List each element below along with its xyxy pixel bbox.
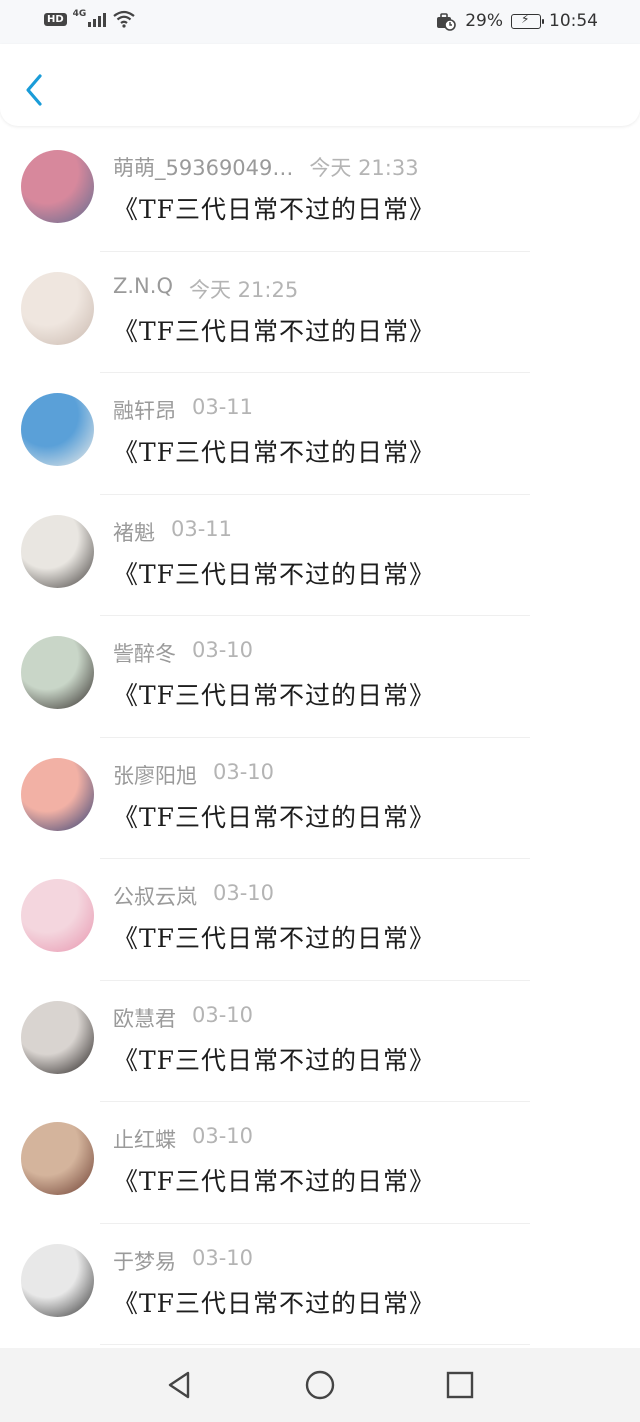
- timestamp: 03-10: [213, 759, 275, 784]
- entry-meta: 公叔云岚 03-10: [113, 881, 274, 911]
- list-item[interactable]: 于梦易 03-10 《TF三代日常不过的日常》: [0, 1224, 640, 1345]
- avatar[interactable]: [21, 514, 94, 588]
- entry-title[interactable]: 《TF三代日常不过的日常》: [113, 1041, 435, 1077]
- entry-meta: 萌萌_59369049… 今天 21:33: [113, 152, 419, 182]
- avatar[interactable]: [21, 1243, 94, 1317]
- entry-meta: Z.N.Q 今天 21:25: [113, 274, 298, 304]
- list-item[interactable]: 訾醉冬 03-10 《TF三代日常不过的日常》: [0, 616, 640, 738]
- screen: HD 4G 29% ⚡ 10:54 萌萌_59369049… 今天 21:33 …: [0, 0, 640, 1422]
- list-item[interactable]: 融轩昂 03-11 《TF三代日常不过的日常》: [0, 373, 640, 495]
- list-item[interactable]: 止红蝶 03-10 《TF三代日常不过的日常》: [0, 1102, 640, 1224]
- user-name[interactable]: Z.N.Q: [113, 274, 173, 304]
- entry-title[interactable]: 《TF三代日常不过的日常》: [113, 555, 435, 591]
- wifi-icon: [113, 10, 136, 28]
- status-bar: HD 4G 29% ⚡ 10:54: [0, 0, 640, 44]
- circle-home-icon: [305, 1370, 335, 1400]
- system-home-button[interactable]: [300, 1365, 340, 1405]
- avatar[interactable]: [21, 1000, 94, 1074]
- signal-icon: [88, 11, 107, 27]
- entry-list: 萌萌_59369049… 今天 21:33 《TF三代日常不过的日常》 Z.N.Q 今天…: [0, 130, 640, 1345]
- avatar[interactable]: [21, 757, 94, 831]
- battery-icon: ⚡: [511, 12, 544, 29]
- entry-meta: 訾醉冬 03-10: [113, 638, 253, 668]
- entry-meta: 张廖阳旭 03-10: [113, 760, 274, 790]
- user-name[interactable]: 褚魁: [113, 517, 155, 547]
- timestamp: 03-10: [213, 881, 275, 905]
- timestamp: 03-10: [192, 1124, 254, 1148]
- entry-title[interactable]: 《TF三代日常不过的日常》: [113, 190, 435, 226]
- system-recents-button[interactable]: [440, 1365, 480, 1405]
- timestamp: 03-10: [192, 1002, 254, 1027]
- status-left: HD 4G: [44, 9, 136, 28]
- user-name[interactable]: 萌萌_59369049…: [113, 152, 293, 182]
- avatar[interactable]: [21, 393, 94, 466]
- list-item[interactable]: 欧慧君 03-10 《TF三代日常不过的日常》: [0, 981, 640, 1102]
- timestamp: 03-11: [171, 516, 233, 541]
- user-name[interactable]: 訾醉冬: [113, 638, 176, 668]
- entry-meta: 融轩昂 03-11: [113, 395, 253, 425]
- list-item[interactable]: 萌萌_59369049… 今天 21:33 《TF三代日常不过的日常》: [0, 130, 640, 252]
- avatar[interactable]: [21, 636, 94, 709]
- timestamp: 03-11: [192, 395, 254, 419]
- entry-meta: 欧慧君 03-10: [113, 1003, 253, 1033]
- back-button[interactable]: [18, 70, 52, 110]
- avatar[interactable]: [21, 150, 94, 223]
- avatar[interactable]: [21, 879, 94, 952]
- list-item[interactable]: 张廖阳旭 03-10 《TF三代日常不过的日常》: [0, 738, 640, 859]
- entry-meta: 于梦易 03-10: [113, 1246, 253, 1276]
- alarm-icon: [437, 13, 457, 31]
- entry-title[interactable]: 《TF三代日常不过的日常》: [113, 1284, 435, 1320]
- user-name[interactable]: 欧慧君: [113, 1003, 176, 1033]
- timestamp: 03-10: [192, 1245, 254, 1270]
- clock: 10:54: [549, 11, 598, 31]
- system-nav-bar: [0, 1348, 640, 1422]
- hd-badge: HD: [44, 12, 67, 26]
- entry-title[interactable]: 《TF三代日常不过的日常》: [113, 312, 435, 348]
- entry-title[interactable]: 《TF三代日常不过的日常》: [113, 798, 435, 834]
- network-type-label: 4G: [72, 9, 87, 19]
- list-item[interactable]: 褚魁 03-11 《TF三代日常不过的日常》: [0, 495, 640, 616]
- battery-percent: 29%: [465, 11, 503, 31]
- avatar[interactable]: [21, 271, 94, 345]
- list-item[interactable]: Z.N.Q 今天 21:25 《TF三代日常不过的日常》: [0, 252, 640, 373]
- user-name[interactable]: 公叔云岚: [113, 881, 197, 911]
- entry-title[interactable]: 《TF三代日常不过的日常》: [113, 676, 435, 712]
- entry-title[interactable]: 《TF三代日常不过的日常》: [113, 919, 435, 955]
- entry-title[interactable]: 《TF三代日常不过的日常》: [113, 433, 435, 469]
- chevron-left-icon: [26, 74, 42, 106]
- user-name[interactable]: 张廖阳旭: [113, 760, 197, 790]
- entry-title[interactable]: 《TF三代日常不过的日常》: [113, 1162, 435, 1198]
- divider: [100, 1344, 530, 1345]
- timestamp: 03-10: [192, 638, 254, 662]
- nav-bar: [0, 44, 640, 126]
- user-name[interactable]: 于梦易: [113, 1246, 176, 1276]
- list-item[interactable]: 公叔云岚 03-10 《TF三代日常不过的日常》: [0, 859, 640, 981]
- entry-meta: 褚魁 03-11: [113, 517, 232, 547]
- user-name[interactable]: 融轩昂: [113, 395, 176, 425]
- user-name[interactable]: 止红蝶: [113, 1124, 176, 1154]
- timestamp: 今天 21:25: [188, 277, 299, 302]
- avatar[interactable]: [21, 1122, 94, 1195]
- entry-meta: 止红蝶 03-10: [113, 1124, 253, 1154]
- system-back-button[interactable]: [160, 1365, 200, 1405]
- timestamp: 今天 21:33: [309, 156, 419, 180]
- triangle-back-icon: [168, 1371, 190, 1399]
- status-right: 29% ⚡ 10:54: [435, 11, 598, 31]
- square-recents-icon: [446, 1371, 474, 1399]
